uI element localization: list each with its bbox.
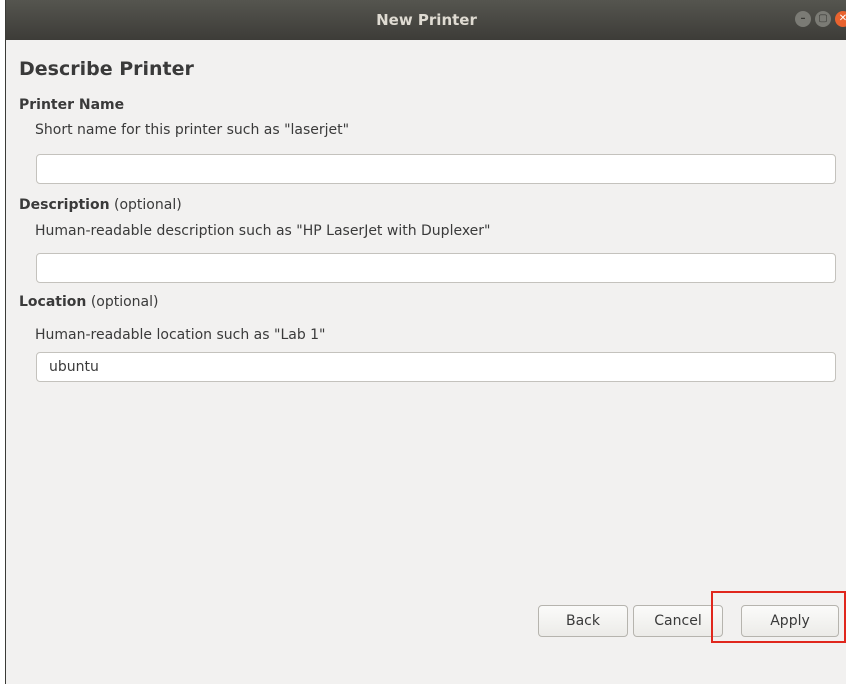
location-hint: Human-readable location such as "Lab 1" — [35, 327, 326, 343]
location-label-text: Location — [19, 294, 87, 310]
window-title: New Printer — [376, 11, 477, 29]
window-controls: – ▢ ✕ — [795, 11, 846, 27]
cancel-button[interactable]: Cancel — [633, 605, 723, 637]
description-field[interactable] — [36, 253, 836, 283]
location-field[interactable] — [36, 352, 836, 382]
description-label: Description (optional) — [19, 197, 182, 213]
printer-name-hint: Short name for this printer such as "las… — [35, 122, 350, 138]
description-hint: Human-readable description such as "HP L… — [35, 223, 491, 239]
maximize-icon[interactable]: ▢ — [815, 11, 831, 27]
dialog-content: Describe Printer Printer Name Short name… — [6, 40, 846, 684]
back-button[interactable]: Back — [538, 605, 628, 637]
printer-name-field[interactable] — [36, 154, 836, 184]
location-label: Location (optional) — [19, 294, 159, 310]
apply-button[interactable]: Apply — [741, 605, 839, 637]
location-label-suffix: (optional) — [86, 294, 159, 310]
minimize-icon[interactable]: – — [795, 11, 811, 27]
page-title: Describe Printer — [19, 58, 194, 80]
new-printer-window: New Printer – ▢ ✕ Describe Printer Print… — [5, 0, 846, 684]
description-label-text: Description — [19, 197, 110, 213]
titlebar[interactable]: New Printer – ▢ ✕ — [6, 0, 846, 40]
printer-name-label: Printer Name — [19, 97, 124, 113]
close-icon[interactable]: ✕ — [835, 11, 846, 27]
printer-name-label-text: Printer Name — [19, 97, 125, 113]
description-label-suffix: (optional) — [109, 197, 182, 213]
